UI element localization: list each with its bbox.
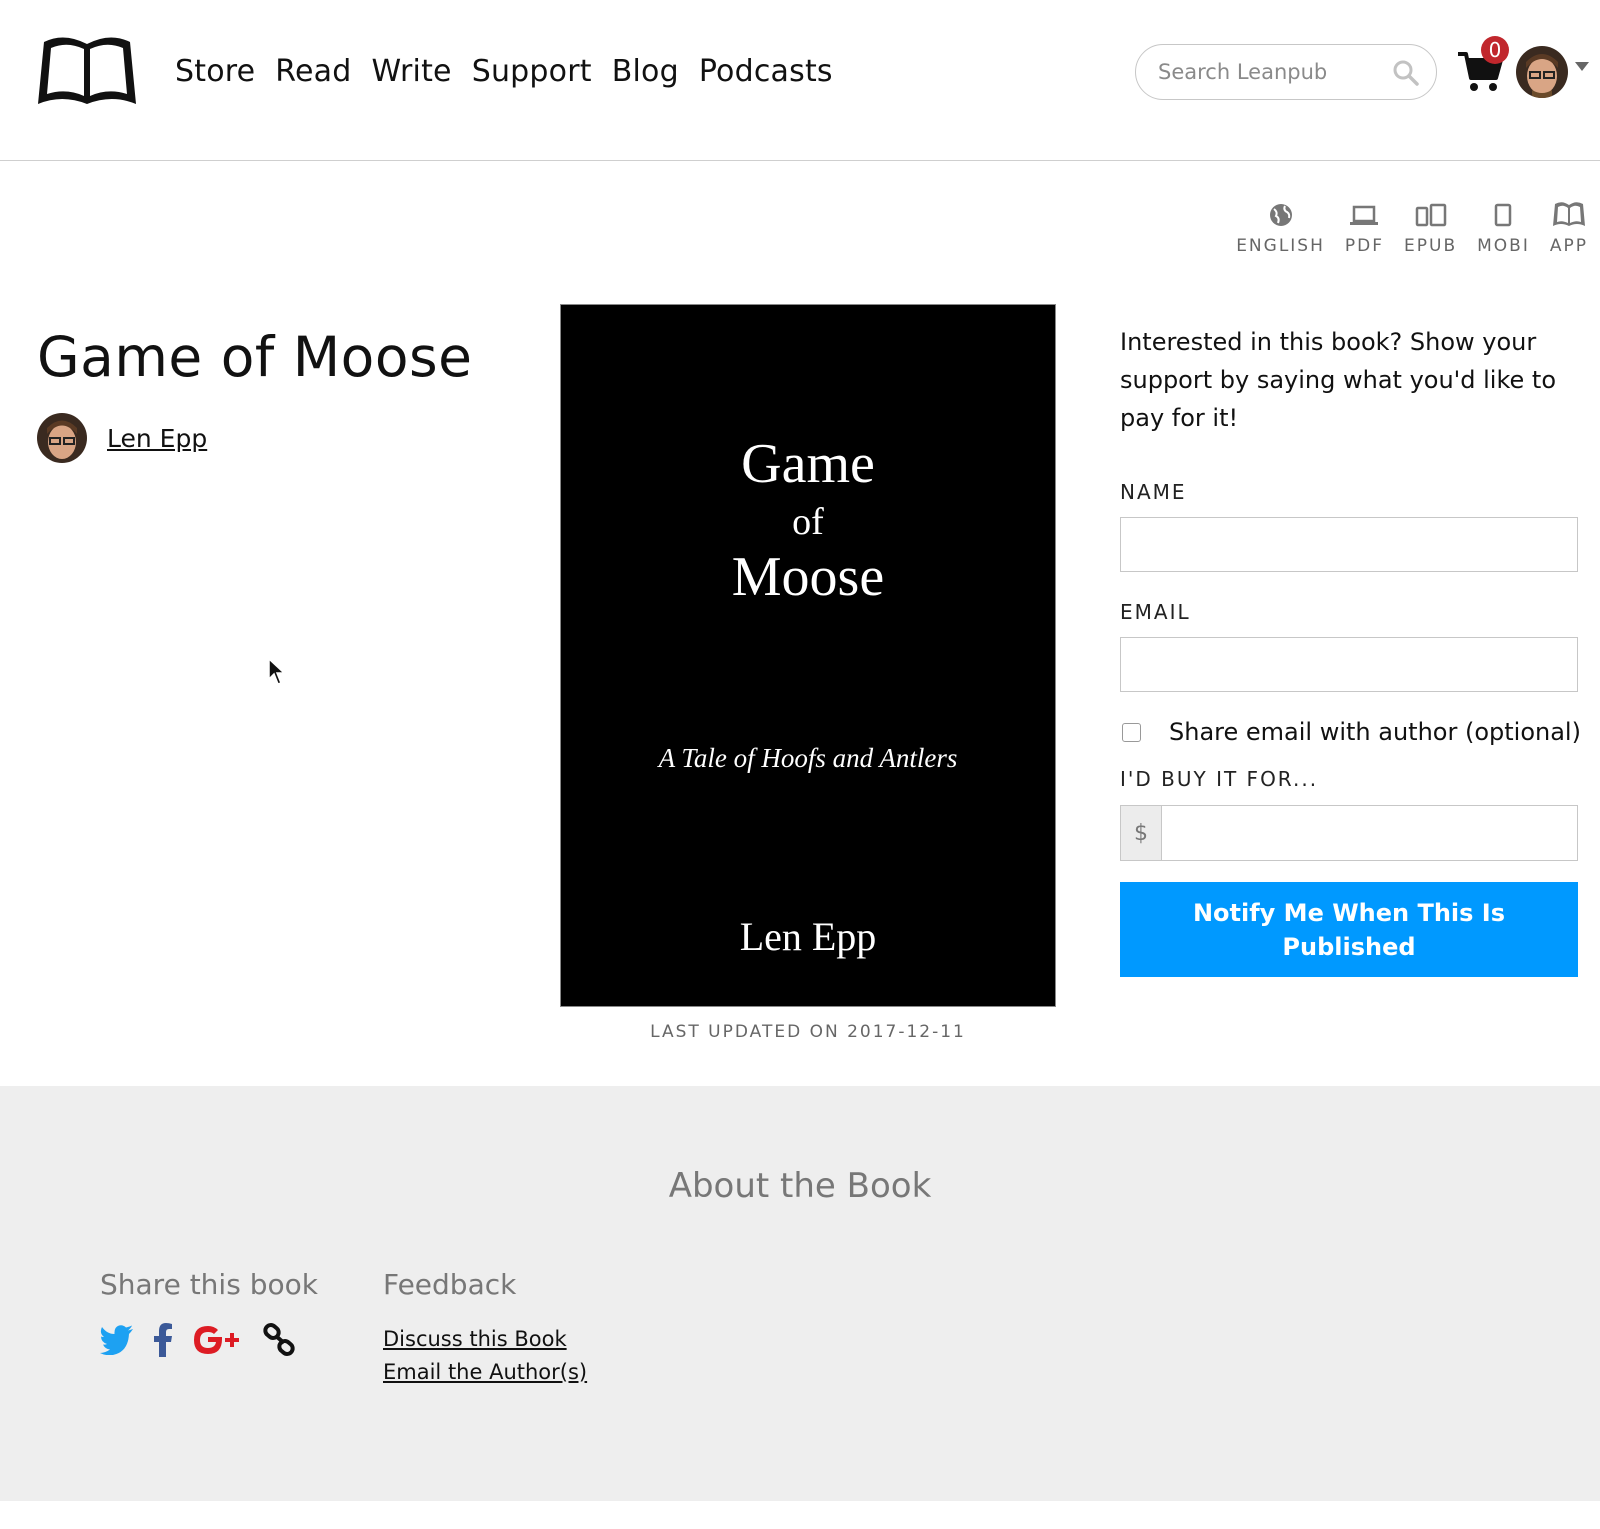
laptop-icon	[1350, 205, 1379, 225]
author-link[interactable]: Len Epp	[107, 424, 207, 453]
cover-title-line-3: Moose	[731, 546, 885, 608]
currency-addon: $	[1121, 806, 1162, 860]
price-field-wrapper: $	[1120, 805, 1578, 861]
facebook-icon	[154, 1323, 172, 1357]
name-label: NAME	[1120, 480, 1187, 504]
format-mobi[interactable]: MOBI	[1477, 200, 1530, 256]
cover-title-line-2: of	[792, 501, 824, 543]
mouse-cursor-icon	[268, 658, 286, 685]
email-field[interactable]	[1121, 638, 1577, 691]
format-english[interactable]: ENGLISH	[1236, 200, 1325, 256]
format-app[interactable]: APP	[1550, 200, 1588, 256]
name-field[interactable]	[1121, 518, 1577, 571]
last-updated: LAST UPDATED ON 2017-12-11	[650, 1022, 966, 1042]
share-email-row: Share email with author (optional)	[1122, 718, 1581, 746]
author-avatar[interactable]	[37, 413, 87, 463]
user-avatar[interactable]	[1516, 46, 1568, 98]
share-google-plus[interactable]	[192, 1323, 244, 1357]
share-icons	[100, 1322, 316, 1358]
book-app-icon	[1552, 202, 1585, 226]
search-input[interactable]	[1158, 57, 1388, 87]
support-pitch: Interested in this book? Show your suppo…	[1120, 328, 1557, 432]
name-field-wrapper	[1120, 517, 1578, 572]
share-email-label: Share email with author (optional)	[1169, 718, 1581, 746]
leanpub-logo-icon[interactable]	[34, 34, 140, 108]
email-author-link[interactable]: Email the Author(s)	[383, 1356, 587, 1389]
about-title: About the Book	[668, 1166, 932, 1206]
twitter-icon	[100, 1325, 133, 1355]
feedback-links: Discuss this Book Email the Author(s)	[383, 1323, 587, 1389]
google-plus-icon	[194, 1326, 239, 1354]
devices-icon	[1415, 203, 1446, 227]
price-field[interactable]	[1162, 806, 1577, 860]
share-link[interactable]	[262, 1322, 298, 1358]
format-epub[interactable]: EPUB	[1404, 200, 1457, 256]
author-row: Len Epp	[37, 413, 207, 463]
search-icon[interactable]	[1392, 59, 1420, 87]
format-list: ENGLISH PDF EPUB MOBI APP	[1216, 200, 1588, 256]
cover-author: Len Epp	[739, 914, 877, 959]
nav-podcasts[interactable]: Podcasts	[699, 50, 833, 94]
main-nav: Store Read Write Support Blog Podcasts	[175, 50, 853, 94]
email-label: EMAIL	[1120, 600, 1191, 624]
share-title: Share this book	[100, 1268, 318, 1301]
nav-store[interactable]: Store	[175, 50, 255, 94]
share-facebook[interactable]	[152, 1323, 174, 1357]
about-section: About the Book Share this book Feedback …	[0, 1086, 1600, 1501]
globe-icon	[1269, 204, 1292, 226]
discuss-book-link[interactable]: Discuss this Book	[383, 1323, 587, 1356]
share-twitter[interactable]	[100, 1325, 134, 1355]
site-header: Store Read Write Support Blog Podcasts 0	[0, 0, 1600, 161]
book-title: Game of Moose	[37, 325, 473, 389]
cart-count-badge: 0	[1481, 36, 1509, 64]
email-field-wrapper	[1120, 637, 1578, 692]
chevron-down-icon[interactable]	[1574, 60, 1590, 72]
book-cover[interactable]: Game of Moose A Tale of Hoofs and Antler…	[560, 304, 1056, 1007]
nav-read[interactable]: Read	[275, 50, 351, 94]
nav-support[interactable]: Support	[472, 50, 592, 94]
format-pdf[interactable]: PDF	[1345, 200, 1384, 256]
feedback-title: Feedback	[383, 1268, 517, 1301]
notify-button[interactable]: Notify Me When This Is Published	[1120, 882, 1578, 977]
cover-subtitle: A Tale of Hoofs and Antlers	[658, 743, 958, 773]
nav-write[interactable]: Write	[371, 50, 451, 94]
share-email-checkbox[interactable]	[1122, 722, 1141, 742]
price-label: I'D BUY IT FOR...	[1120, 767, 1319, 791]
tablet-icon	[1495, 203, 1512, 227]
nav-blog[interactable]: Blog	[612, 50, 679, 94]
search-box	[1135, 44, 1437, 100]
link-icon	[263, 1323, 295, 1356]
cover-title-line-1: Game	[741, 433, 875, 495]
